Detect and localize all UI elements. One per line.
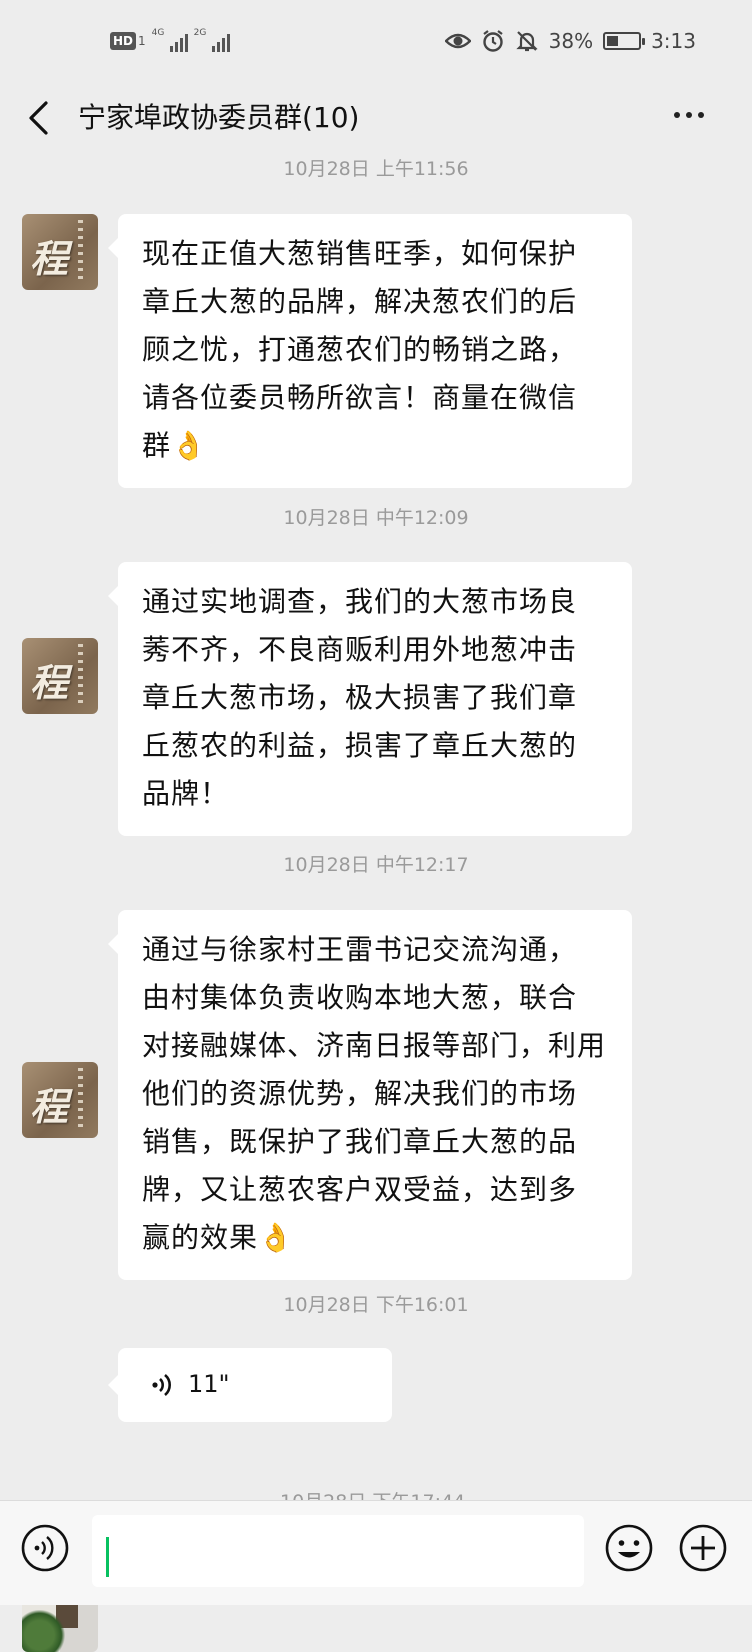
- message-line: 赢的效果👌: [142, 1221, 294, 1254]
- message-input[interactable]: [92, 1515, 584, 1587]
- calligraphy-avatar[interactable]: 程: [22, 214, 98, 290]
- hd-sub: 1: [138, 34, 146, 48]
- mute-bell-icon: [515, 31, 538, 52]
- message-line: 对接融媒体、济南日报等部门，利用: [142, 1029, 607, 1062]
- message-line: 群👌: [142, 429, 207, 462]
- voice-wave-icon: [152, 1374, 171, 1396]
- message-bubble[interactable]: 通过实地调查，我们的大葱市场良 莠不齐，不良商贩利用外地葱冲击 章丘大葱市场，极…: [108, 562, 632, 836]
- calligraphy-avatar[interactable]: 程: [22, 638, 98, 714]
- plus-icon[interactable]: [678, 1523, 728, 1573]
- message-bubble[interactable]: 通过与徐家村王雷书记交流沟通， 由村集体负责收购本地大葱，联合 对接融媒体、济南…: [108, 910, 632, 1280]
- message-line: 通过与徐家村王雷书记交流沟通，: [142, 933, 578, 966]
- message-line: 请各位委员畅所欲言！商量在微信: [142, 381, 578, 414]
- eye-icon: [444, 33, 471, 49]
- message-line: 销售，既保护了我们章丘大葱的品: [142, 1125, 578, 1158]
- chat-header: 宁家埠政协委员群(10): [0, 86, 752, 150]
- message-timestamp: 10月28日 上午11:56: [283, 158, 469, 180]
- signal-2g-icon: 2G: [193, 28, 230, 52]
- battery-percent: 38%: [548, 29, 594, 53]
- voice-duration: 11": [188, 1370, 230, 1398]
- alarm-icon: [482, 30, 503, 52]
- message-line: 莠不齐，不良商贩利用外地葱冲击: [142, 633, 578, 666]
- message-line: 顾之忧，打通葱农们的畅销之路，: [142, 333, 578, 366]
- voice-mode-icon[interactable]: [20, 1523, 70, 1573]
- input-bar: [0, 1500, 752, 1605]
- message-line: 丘葱农的利益，损害了章丘大葱的: [142, 729, 578, 762]
- hd-badge: HD: [110, 32, 137, 50]
- message-line: 通过实地调查，我们的大葱市场良: [142, 585, 578, 618]
- more-dots-icon[interactable]: [674, 112, 704, 118]
- message-line: 他们的资源优势，解决我们的市场: [142, 1077, 578, 1110]
- message-timestamp: 10月28日 中午12:17: [283, 854, 469, 876]
- signal-4g-label: 4G: [151, 28, 165, 38]
- avatar-char: 程: [30, 1084, 69, 1129]
- text-caret: [106, 1537, 109, 1577]
- signal-4g-icon: 4G: [151, 28, 188, 52]
- signal-2g-label: 2G: [193, 28, 207, 38]
- message-line: 牌，又让葱农客户双受益，达到多: [142, 1173, 578, 1206]
- battery-icon: [603, 32, 646, 50]
- chevron-left-icon[interactable]: [22, 100, 56, 136]
- message-line: 章丘大葱市场，极大损害了我们章: [142, 681, 578, 714]
- voice-message[interactable]: 11": [108, 1348, 392, 1422]
- network-indicators: HD 1 4G 2G: [110, 26, 230, 56]
- message-timestamp: 10月28日 下午16:01: [283, 1294, 469, 1316]
- message-line: 由村集体负责收购本地大葱，联合: [142, 981, 578, 1014]
- chat-title: 宁家埠政协委员群(10): [78, 101, 360, 134]
- message-timestamp: 10月28日 中午12:09: [283, 507, 469, 529]
- emoji-icon[interactable]: [604, 1523, 654, 1573]
- partial-timestamp: 10月28日 下午17:44: [280, 1492, 465, 1500]
- message-line: 现在正值大葱销售旺季，如何保护: [142, 237, 578, 270]
- message-line: 章丘大葱的品牌，解决葱农们的后: [142, 285, 578, 318]
- message-bubble[interactable]: 现在正值大葱销售旺季，如何保护 章丘大葱的品牌，解决葱农们的后 顾之忧，打通葱农…: [108, 214, 632, 488]
- avatar-char: 程: [30, 660, 69, 705]
- clock: 3:13: [651, 29, 696, 53]
- avatar-char: 程: [30, 236, 69, 281]
- calligraphy-avatar[interactable]: 程: [22, 1062, 98, 1138]
- status-icons: 38% 3:13: [444, 26, 696, 56]
- status-bar: HD 1 4G 2G 38% 3:13: [0, 0, 752, 86]
- battery-fill: [607, 36, 619, 46]
- message-line: 品牌！: [142, 777, 230, 810]
